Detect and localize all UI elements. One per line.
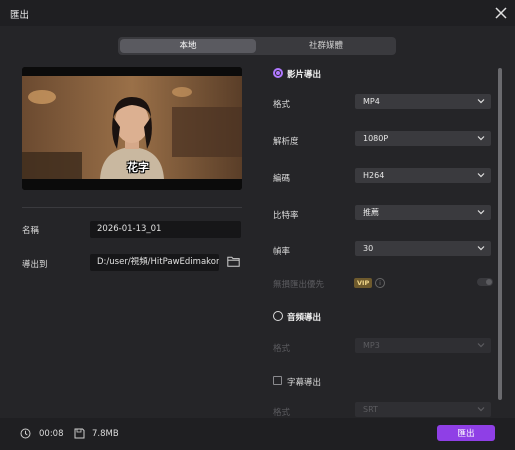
tab-local[interactable]: 本地 <box>120 39 256 53</box>
format-label: 格式 <box>273 100 291 110</box>
bitrate-value: 推薦 <box>363 208 379 217</box>
subtitle-format-label: 格式 <box>273 408 291 418</box>
export-button[interactable]: 匯出 <box>437 425 495 441</box>
format-value: MP4 <box>363 97 380 106</box>
chevron-down-icon <box>477 136 485 141</box>
bitrate-select[interactable]: 推薦 <box>355 205 491 220</box>
chevron-down-icon <box>477 343 485 348</box>
resolution-value: 1080P <box>363 134 389 143</box>
chevron-down-icon <box>477 210 485 215</box>
export-tabs: 本地 社群媒體 <box>118 37 396 55</box>
chevron-down-icon <box>477 173 485 178</box>
video-export-radio[interactable] <box>273 68 283 78</box>
audio-format-value: MP3 <box>363 341 380 350</box>
export-to-label: 導出到 <box>22 260 48 270</box>
audio-export-radio[interactable] <box>273 311 283 321</box>
lossless-toggle[interactable] <box>477 278 493 286</box>
file-size-text: 7.8MB <box>92 429 119 439</box>
lossless-export-label: 無損匯出優先 <box>273 280 325 290</box>
subtitle-export-label: 字幕導出 <box>287 378 322 388</box>
chevron-down-icon <box>477 99 485 104</box>
subtitle-format-value: SRT <box>363 405 378 414</box>
scrollbar[interactable] <box>498 68 502 400</box>
clock-icon <box>20 428 31 439</box>
video-export-title: 影片導出 <box>287 70 322 80</box>
audio-format-select[interactable]: MP3 <box>355 338 491 353</box>
preview-subtitle: 花字 <box>127 161 149 174</box>
divider <box>22 207 242 208</box>
save-icon <box>74 428 85 439</box>
window-title: 匯出 <box>10 10 30 21</box>
audio-format-label: 格式 <box>273 344 291 354</box>
close-icon[interactable] <box>492 4 510 22</box>
subtitle-format-select[interactable]: SRT <box>355 402 491 417</box>
export-path-input[interactable]: D:/user/視頻/HitPawEdimakor <box>90 254 219 271</box>
name-input[interactable]: 2026-01-13_01 <box>90 221 241 238</box>
resolution-select[interactable]: 1080P <box>355 131 491 146</box>
codec-select[interactable]: H264 <box>355 168 491 183</box>
chevron-down-icon <box>477 407 485 412</box>
tab-social-media[interactable]: 社群媒體 <box>258 37 394 55</box>
title-bar: 匯出 <box>0 0 515 26</box>
framerate-value: 30 <box>363 244 374 253</box>
resolution-label: 解析度 <box>273 137 299 147</box>
bitrate-label: 比特率 <box>273 211 299 221</box>
chevron-down-icon <box>477 246 485 251</box>
duration-text: 00:08 <box>39 429 64 439</box>
folder-icon[interactable] <box>227 256 240 267</box>
framerate-label: 幀率 <box>273 247 291 257</box>
framerate-select[interactable]: 30 <box>355 241 491 256</box>
codec-value: H264 <box>363 171 385 180</box>
info-icon[interactable]: i <box>375 278 385 288</box>
format-select[interactable]: MP4 <box>355 94 491 109</box>
subtitle-export-checkbox[interactable] <box>273 376 282 385</box>
vip-badge: VIP <box>354 278 373 288</box>
video-preview: 花字 <box>22 67 242 190</box>
audio-export-title: 音頻導出 <box>287 313 322 323</box>
name-label: 名稱 <box>22 226 40 236</box>
codec-label: 編碼 <box>273 174 291 184</box>
